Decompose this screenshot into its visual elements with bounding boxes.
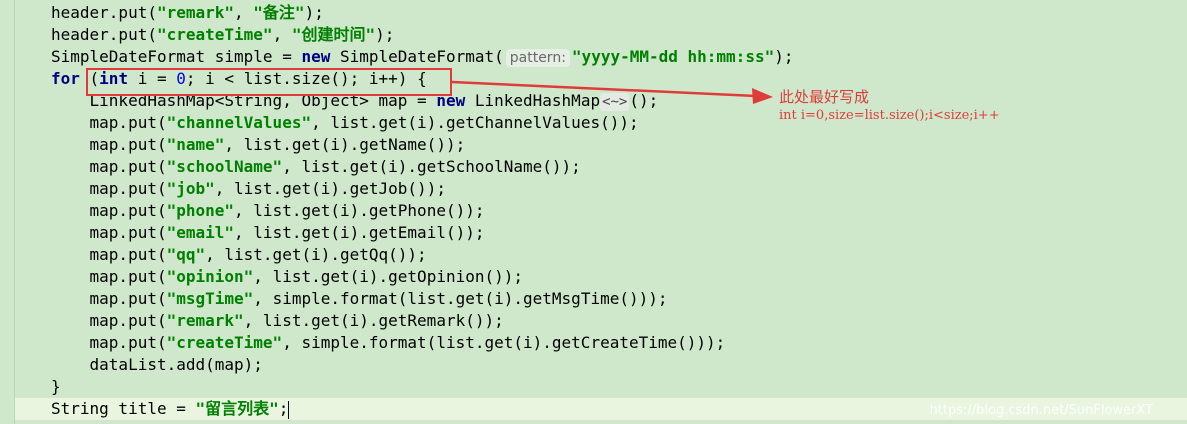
code-text: map.put("schoolName", list.get(i).getSch…: [51, 156, 581, 178]
code-text: map.put("phone", list.get(i).getPhone())…: [51, 200, 485, 222]
code-token: SimpleDateFormat(: [330, 47, 504, 66]
code-token: map.put(: [51, 201, 167, 220]
code-token: "createTime": [156, 25, 273, 44]
annotation-title: 此处最好写成: [779, 88, 870, 106]
code-token: header.put(: [51, 25, 157, 44]
code-text: map.put("name", list.get(i).getName());: [51, 134, 466, 156]
code-token: "msgTime": [166, 289, 254, 308]
code-token: , list.get(i).getChannelValues());: [311, 113, 639, 132]
code-line[interactable]: }: [15, 376, 1187, 398]
code-line[interactable]: header.put("remark", "备注");: [15, 2, 1187, 24]
code-token: map.put(: [51, 289, 167, 308]
code-token: SimpleDateFormat simple =: [51, 47, 302, 66]
code-token: , simple.format(list.get(i).getCreateTim…: [282, 333, 726, 352]
code-token: , list.get(i).getSchoolName());: [282, 157, 581, 176]
code-token: "remark": [156, 3, 235, 22]
code-token: "创建时间": [291, 25, 376, 44]
code-line[interactable]: map.put("remark", list.get(i).getRemark(…: [15, 310, 1187, 332]
code-text: map.put("msgTime", simple.format(list.ge…: [51, 288, 668, 310]
code-token: "yyyy-MM-dd hh:mm:ss": [571, 47, 775, 66]
code-token: LinkedHashMap: [465, 91, 601, 110]
code-line[interactable]: map.put("schoolName", list.get(i).getSch…: [15, 156, 1187, 178]
code-token: ,: [234, 3, 254, 22]
code-token: "createTime": [166, 333, 283, 352]
code-token: , simple.format(list.get(i).getMsgTime()…: [253, 289, 668, 308]
code-text: String title = "留言列表";: [51, 398, 290, 420]
annotation-code: int i=0,size=list.size();i<size;i++: [779, 108, 1000, 123]
code-line[interactable]: map.put("job", list.get(i).getJob());: [15, 178, 1187, 200]
code-token: , list.get(i).getEmail());: [234, 223, 485, 242]
code-token: );: [774, 47, 794, 66]
code-token: map.put(: [51, 223, 167, 242]
code-token: "qq": [166, 245, 206, 264]
code-token: , list.get(i).getQq());: [205, 245, 427, 264]
code-text: map.put("createTime", simple.format(list…: [51, 332, 726, 354]
code-token: "channelValues": [166, 113, 312, 132]
code-text: header.put("createTime", "创建时间");: [51, 24, 394, 46]
code-token: new: [301, 47, 331, 66]
code-token: map.put(: [51, 113, 167, 132]
code-line[interactable]: map.put("qq", list.get(i).getQq());: [15, 244, 1187, 266]
code-token: , list.get(i).getName());: [224, 135, 466, 154]
code-token: );: [375, 25, 395, 44]
code-line[interactable]: map.put("opinion", list.get(i).getOpinio…: [15, 266, 1187, 288]
code-token: ,: [272, 25, 292, 44]
code-text: map.put("opinion", list.get(i).getOpinio…: [51, 266, 523, 288]
code-line[interactable]: map.put("channelValues", list.get(i).get…: [15, 112, 1187, 134]
code-text: header.put("remark", "备注");: [51, 2, 324, 24]
code-token: map.put(: [51, 311, 167, 330]
editor-gutter: [0, 0, 15, 424]
code-text: }: [51, 376, 61, 398]
code-token: "phone": [166, 201, 235, 220]
parameter-hint[interactable]: pattern:: [505, 49, 570, 67]
code-line[interactable]: map.put("createTime", simple.format(list…: [15, 332, 1187, 354]
code-token: , list.get(i).getJob());: [214, 179, 446, 198]
code-text: map.put("qq", list.get(i).getQq());: [51, 244, 427, 266]
code-token: "job": [166, 179, 215, 198]
code-line[interactable]: map.put("phone", list.get(i).getPhone())…: [15, 200, 1187, 222]
code-token: "remark": [166, 311, 244, 330]
highlight-box: [86, 68, 452, 96]
code-text: map.put("channelValues", list.get(i).get…: [51, 112, 639, 134]
code-text: SimpleDateFormat simple = new SimpleDate…: [51, 46, 793, 68]
code-token: }: [51, 377, 61, 396]
code-token: , list.get(i).getRemark());: [243, 311, 504, 330]
code-line[interactable]: SimpleDateFormat simple = new SimpleDate…: [15, 46, 1187, 68]
code-text: dataList.add(map);: [51, 354, 263, 376]
code-token: map.put(: [51, 179, 167, 198]
code-token: "schoolName": [166, 157, 283, 176]
code-token: map.put(: [51, 157, 167, 176]
code-text: map.put("job", list.get(i).getJob());: [51, 178, 446, 200]
code-token: map.put(: [51, 267, 167, 286]
code-line[interactable]: map.put("email", list.get(i).getEmail())…: [15, 222, 1187, 244]
code-line[interactable]: header.put("createTime", "创建时间");: [15, 24, 1187, 46]
code-text: map.put("email", list.get(i).getEmail())…: [51, 222, 485, 244]
code-token: map.put(: [51, 245, 167, 264]
code-editor[interactable]: header.put("remark", "备注"); header.put("c…: [15, 0, 1187, 424]
code-token: );: [304, 3, 324, 22]
code-token: String title =: [51, 399, 196, 418]
code-token: "留言列表": [195, 399, 279, 418]
code-token: ();: [629, 91, 659, 110]
code-text: map.put("remark", list.get(i).getRemark(…: [51, 310, 504, 332]
code-line[interactable]: dataList.add(map);: [15, 354, 1187, 376]
code-token: "email": [166, 223, 235, 242]
code-token: dataList.add(map);: [51, 355, 263, 374]
code-token: ;: [278, 399, 289, 418]
code-token: header.put(: [51, 3, 157, 22]
code-token: , list.get(i).getOpinion());: [253, 267, 524, 286]
code-token: for: [51, 69, 80, 88]
code-token: map.put(: [51, 135, 167, 154]
code-token: "备注": [253, 3, 305, 22]
code-token: "name": [166, 135, 225, 154]
code-token: "opinion": [166, 267, 254, 286]
text-caret: [288, 400, 290, 419]
code-token: , list.get(i).getPhone());: [234, 201, 485, 220]
code-token: map.put(: [51, 333, 167, 352]
code-line[interactable]: map.put("name", list.get(i).getName());: [15, 134, 1187, 156]
code-line[interactable]: map.put("msgTime", simple.format(list.ge…: [15, 288, 1187, 310]
watermark: https://blog.csdn.net/SunFlowerXT: [929, 403, 1153, 418]
fold-placeholder[interactable]: <~>: [600, 93, 630, 111]
